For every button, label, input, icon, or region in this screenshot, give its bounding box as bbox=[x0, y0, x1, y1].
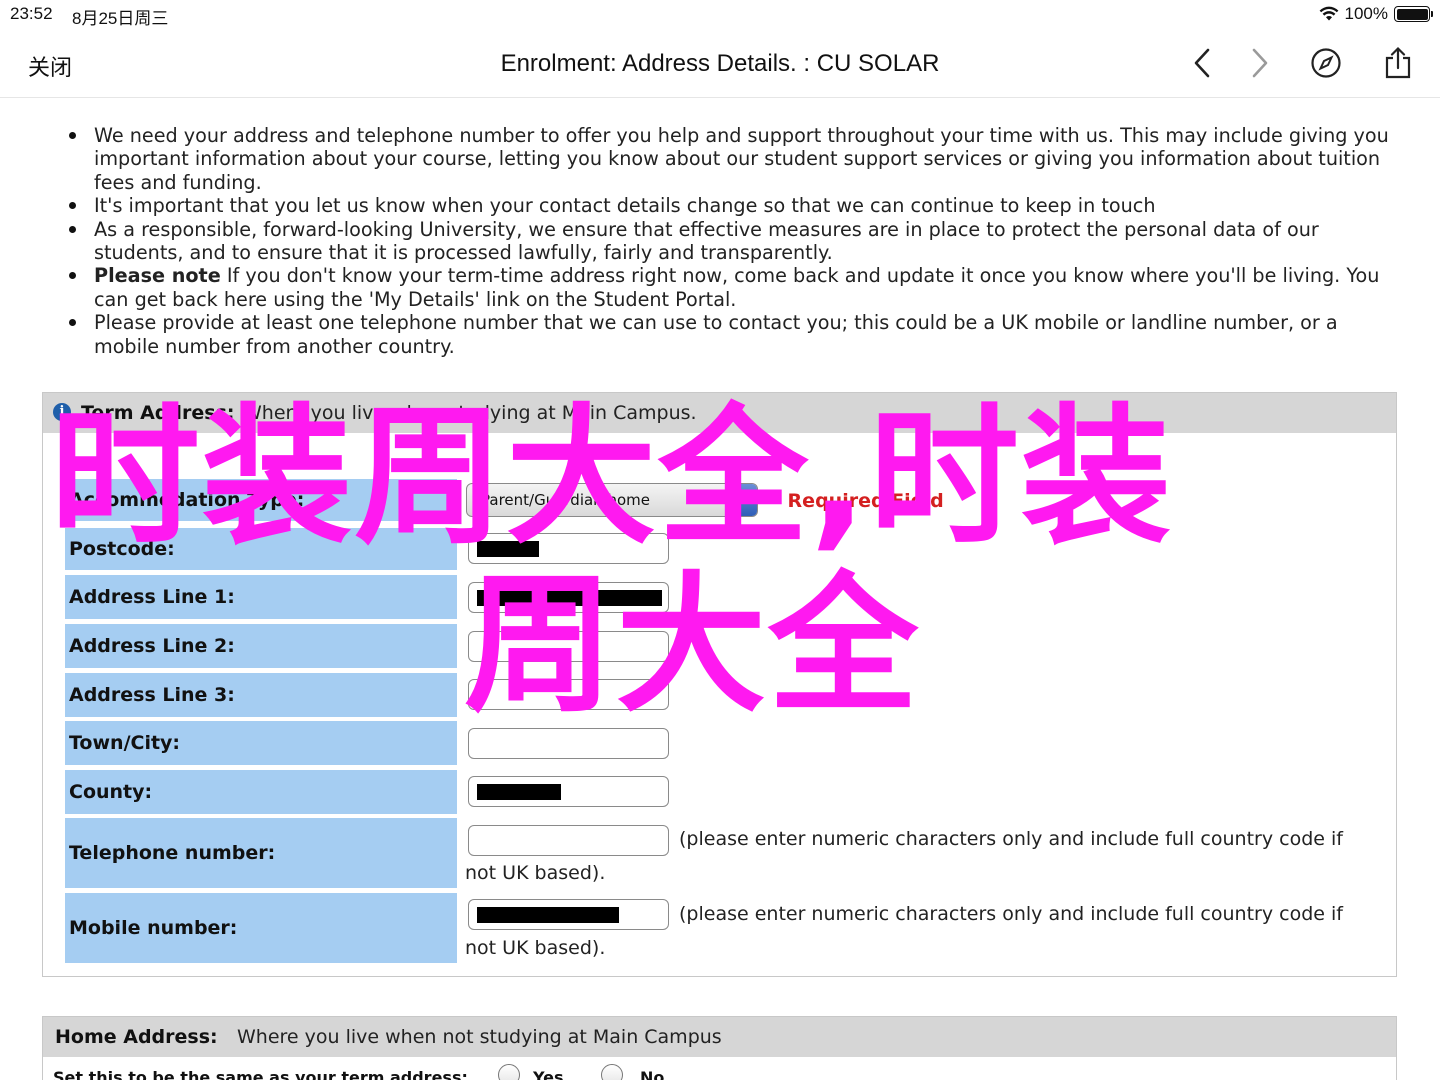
nav-bar: 关闭 Enrolment: Address Details. : CU SOLA… bbox=[0, 28, 1440, 98]
intro-list: We need your address and telephone numbe… bbox=[66, 124, 1406, 358]
list-item: Please note If you don't know your term-… bbox=[66, 264, 1406, 311]
bullet-text: If you don't know your term-time address… bbox=[94, 264, 1380, 311]
hint-line: not UK based). bbox=[465, 937, 606, 959]
hint-line: (please enter numeric characters only an… bbox=[679, 903, 1343, 925]
hint-line: not UK based). bbox=[465, 862, 606, 884]
no-label: No bbox=[640, 1068, 665, 1080]
telephone-label: Telephone number: bbox=[65, 818, 457, 888]
list-item: As a responsible, forward-looking Univer… bbox=[66, 218, 1406, 265]
same-address-no-radio[interactable] bbox=[601, 1064, 623, 1080]
status-date: 8月25日周三 bbox=[72, 9, 169, 28]
hint-line: (please enter numeric characters only an… bbox=[679, 828, 1343, 850]
battery-icon bbox=[1394, 6, 1433, 22]
term-address-title: Term Address: bbox=[81, 402, 235, 424]
chevron-down-icon[interactable] bbox=[729, 484, 757, 516]
back-arrow-icon[interactable] bbox=[1184, 44, 1220, 82]
term-address-panel: i Term Address: Where you live when stud… bbox=[42, 392, 1397, 977]
share-icon[interactable] bbox=[1380, 44, 1416, 82]
town-field[interactable] bbox=[468, 728, 669, 759]
forward-arrow-icon[interactable] bbox=[1242, 44, 1278, 82]
town-label: Town/City: bbox=[65, 721, 457, 765]
battery-percent: 100% bbox=[1344, 4, 1388, 23]
address-line3-label: Address Line 3: bbox=[65, 673, 457, 717]
status-bar: 23:52 8月25日周三 100% bbox=[0, 0, 1440, 28]
list-item: We need your address and telephone numbe… bbox=[66, 124, 1406, 194]
address-line3-field[interactable] bbox=[468, 679, 669, 710]
bullet-text: Please provide at least one telephone nu… bbox=[94, 311, 1338, 358]
bullet-text: We need your address and telephone numbe… bbox=[94, 124, 1389, 194]
home-address-description: Where you live when not studying at Main… bbox=[237, 1026, 722, 1048]
required-field-note: * Required Field bbox=[771, 490, 944, 512]
term-address-description: Where you live when studying at Main Cam… bbox=[243, 402, 697, 424]
home-address-panel: Home Address: Where you live when not st… bbox=[42, 1016, 1397, 1080]
home-address-title: Home Address: bbox=[55, 1026, 218, 1048]
info-icon: i bbox=[53, 403, 71, 421]
battery-level bbox=[1396, 8, 1428, 20]
address-line1-field[interactable] bbox=[468, 582, 669, 613]
telephone-hint: (please enter numeric characters only an… bbox=[465, 822, 1365, 890]
bullet-text: As a responsible, forward-looking Univer… bbox=[94, 217, 1319, 265]
accommodation-select[interactable]: Parent/Guardian home bbox=[466, 483, 758, 517]
postcode-label: Postcode: bbox=[65, 528, 457, 570]
status-right: 100% bbox=[1319, 4, 1433, 24]
accommodation-value: Parent/Guardian home bbox=[481, 491, 650, 509]
accommodation-label: Accommodation Type: bbox=[65, 479, 457, 521]
list-item: Please provide at least one telephone nu… bbox=[66, 311, 1406, 358]
mobile-hint: (please enter numeric characters only an… bbox=[465, 897, 1365, 965]
county-label: County: bbox=[65, 770, 457, 814]
redacted-value bbox=[477, 541, 539, 557]
bullet-bold: Please note bbox=[94, 264, 221, 288]
yes-label: Yes bbox=[533, 1068, 564, 1080]
status-time: 23:52 bbox=[10, 4, 53, 23]
address-line2-field[interactable] bbox=[468, 631, 669, 662]
list-item: It's important that you let us know when… bbox=[66, 194, 1406, 217]
mobile-label: Mobile number: bbox=[65, 893, 457, 963]
page-title: Enrolment: Address Details. : CU SOLAR bbox=[500, 50, 940, 77]
redacted-value bbox=[477, 784, 561, 800]
term-address-header: i Term Address: Where you live when stud… bbox=[43, 393, 1396, 433]
address-line1-label: Address Line 1: bbox=[65, 575, 457, 619]
wifi-icon bbox=[1319, 6, 1338, 21]
address-line2-label: Address Line 2: bbox=[65, 624, 457, 668]
home-address-header: Home Address: Where you live when not st… bbox=[43, 1017, 1396, 1057]
postcode-field[interactable] bbox=[468, 533, 669, 564]
compass-icon[interactable] bbox=[1308, 44, 1344, 82]
redacted-value bbox=[477, 590, 662, 606]
county-field[interactable] bbox=[468, 776, 669, 807]
same-address-yes-radio[interactable] bbox=[498, 1064, 520, 1080]
bullet-text: It's important that you let us know when… bbox=[94, 194, 1156, 218]
same-address-label: Set this to be the same as your term add… bbox=[53, 1068, 468, 1080]
